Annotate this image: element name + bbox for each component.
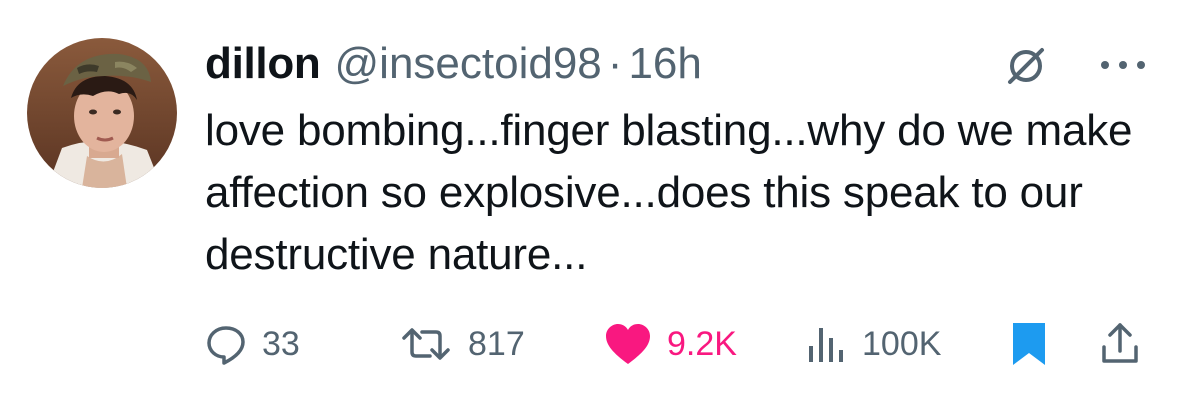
author-handle[interactable]: @insectoid98 — [335, 39, 602, 89]
tweet-header: dillon @insectoid98 · 16h — [205, 36, 702, 92]
retweet-icon — [398, 322, 454, 366]
tweet: dillon @insectoid98 · 16h love bombing..… — [0, 0, 1179, 402]
separator-dot: · — [607, 39, 623, 88]
grok-icon[interactable] — [1004, 44, 1048, 88]
share-button[interactable] — [1098, 316, 1142, 372]
reply-icon — [204, 322, 248, 366]
retweet-button[interactable]: 817 — [398, 316, 525, 372]
avatar[interactable] — [27, 38, 177, 188]
retweet-count: 817 — [468, 324, 525, 363]
timestamp[interactable]: 16h — [628, 39, 701, 89]
bookmark-icon — [1011, 321, 1047, 367]
reply-count: 33 — [262, 324, 300, 363]
like-count: 9.2K — [667, 324, 737, 363]
views-button[interactable]: 100K — [804, 316, 941, 372]
share-icon — [1098, 321, 1142, 367]
heart-icon — [603, 322, 653, 366]
author-name[interactable]: dillon — [205, 39, 321, 89]
bookmark-button[interactable] — [1011, 316, 1047, 372]
reply-button[interactable]: 33 — [204, 316, 300, 372]
more-icon[interactable] — [1095, 50, 1151, 80]
action-bar: 33 817 9.2K 100K — [0, 316, 1179, 372]
views-icon — [804, 322, 848, 366]
like-button[interactable]: 9.2K — [603, 316, 737, 372]
tweet-text: love bombing...finger blasting...why do … — [205, 106, 1133, 279]
views-count: 100K — [862, 324, 942, 363]
